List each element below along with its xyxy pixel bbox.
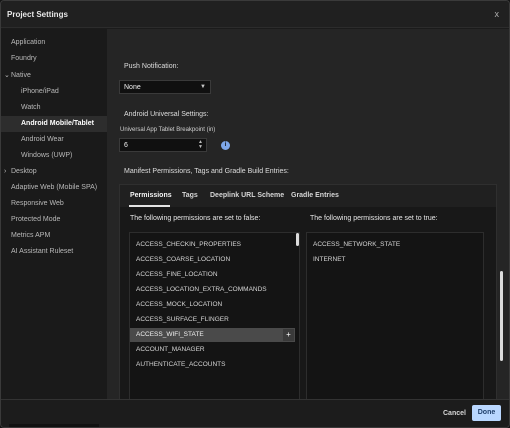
list-item[interactable]: ACCESS_NETWORK_STATE: [307, 238, 481, 252]
manifest-tabbar: Permissions Tags Deeplink URL Scheme Gra…: [120, 185, 496, 207]
list-item[interactable]: ACCOUNT_MANAGER: [130, 343, 295, 357]
sidebar-item[interactable]: Watch: [1, 100, 107, 116]
cancel-button[interactable]: Cancel: [443, 410, 466, 417]
settings-content: Push Notification: None ▼ Android Univer…: [107, 29, 509, 407]
sidebar-item[interactable]: Protected Mode: [1, 212, 107, 228]
list-item-selected[interactable]: ACCESS_WIFI_STATE +: [130, 328, 295, 342]
sidebar-item[interactable]: Android Mobile/Tablet: [1, 116, 107, 132]
chevron-down-icon: ⌄: [4, 72, 10, 79]
add-permission-button[interactable]: +: [283, 329, 294, 341]
tab-permissions[interactable]: Permissions: [130, 192, 172, 199]
chevron-right-icon: ›: [4, 168, 7, 175]
chevron-down-icon: ▼: [200, 84, 206, 90]
tab-gradle-entries[interactable]: Gradle Entries: [291, 192, 339, 199]
list-item[interactable]: ACCESS_CHECKIN_PROPERTIES: [130, 238, 295, 252]
true-permissions-list[interactable]: ACCESS_NETWORK_STATE INTERNET: [306, 232, 484, 406]
sidebar-item-label: Watch: [21, 104, 41, 111]
sidebar-item-label: Native: [11, 72, 31, 79]
sidebar-item-label: Desktop: [11, 168, 37, 175]
window-title: Project Settings: [7, 10, 68, 19]
false-permissions-list[interactable]: ACCESS_CHECKIN_PROPERTIES ACCESS_COARSE_…: [129, 232, 300, 406]
tablet-breakpoint-value: 6: [124, 142, 128, 149]
info-icon[interactable]: i: [221, 141, 230, 150]
sidebar-item[interactable]: Foundry: [1, 51, 107, 67]
false-list-scrollbar[interactable]: [296, 233, 299, 246]
list-item[interactable]: ACCESS_COARSE_LOCATION: [130, 253, 295, 267]
sidebar-item-label: Android Wear: [21, 136, 64, 143]
sidebar-item[interactable]: Android Wear: [1, 132, 107, 148]
sidebar-item-label: Adaptive Web (Mobile SPA): [11, 184, 98, 191]
number-stepper[interactable]: ▲ ▼: [198, 140, 203, 150]
sidebar-item-label: Foundry: [11, 55, 37, 62]
project-settings-window: Project Settings x Application Foundry ⌄ Na…: [0, 0, 510, 428]
sidebar-item-label: Application: [11, 39, 46, 46]
sidebar-item[interactable]: ⌄ Native: [1, 68, 107, 84]
tablet-breakpoint-input[interactable]: 6 ▲ ▼: [119, 138, 207, 152]
close-icon[interactable]: x: [495, 9, 500, 19]
list-item[interactable]: ACCESS_LOCATION_EXTRA_COMMANDS: [130, 283, 295, 297]
sidebar-item-label: Protected Mode: [11, 216, 61, 223]
list-item[interactable]: AUTHENTICATE_ACCOUNTS: [130, 358, 295, 372]
settings-sidebar: Application Foundry ⌄ Native iPhone/iPad Watc…: [1, 29, 107, 399]
footer-divider: [9, 424, 99, 427]
sidebar-item[interactable]: Windows (UWP): [1, 148, 107, 164]
android-universal-label: Android Universal Settings:: [124, 111, 209, 118]
list-item[interactable]: INTERNET: [307, 253, 481, 267]
true-permissions-heading: The following permissions are set to tru…: [310, 215, 438, 222]
sidebar-item[interactable]: Application: [1, 35, 107, 51]
sidebar-item-label: iPhone/iPad: [21, 88, 59, 95]
list-item[interactable]: ACCESS_MOCK_LOCATION: [130, 298, 295, 312]
list-item[interactable]: ACCESS_FINE_LOCATION: [130, 268, 295, 282]
tab-tags[interactable]: Tags: [182, 192, 198, 199]
sidebar-item[interactable]: iPhone/iPad: [1, 84, 107, 100]
manifest-tabs-panel: Permissions Tags Deeplink URL Scheme Gra…: [119, 184, 497, 407]
false-permissions-heading: The following permissions are set to fal…: [130, 215, 261, 222]
sidebar-item[interactable]: Adaptive Web (Mobile SPA): [1, 180, 107, 196]
sidebar-item[interactable]: › Desktop: [1, 164, 107, 180]
push-notification-dropdown[interactable]: None ▼: [119, 80, 211, 94]
list-item[interactable]: ACCESS_SURFACE_FLINGER: [130, 313, 295, 327]
push-notification-value: None: [124, 84, 141, 91]
content-scrollbar[interactable]: [500, 271, 503, 361]
sidebar-item-label: Windows (UWP): [21, 152, 73, 159]
sidebar-item[interactable]: AI Assistant Ruleset: [1, 244, 107, 260]
done-button[interactable]: Done: [472, 405, 501, 421]
tablet-breakpoint-label: Universal App Tablet Breakpoint (in): [120, 127, 216, 133]
manifest-label: Manifest Permissions, Tags and Gradle Bu…: [124, 168, 289, 175]
push-notification-label: Push Notification:: [124, 63, 179, 70]
stepper-down-icon[interactable]: ▼: [198, 144, 203, 150]
sidebar-item-label: Metrics APM: [11, 232, 51, 239]
sidebar-item[interactable]: Responsive Web: [1, 196, 107, 212]
sidebar-item-label: Android Mobile/Tablet: [21, 120, 94, 127]
sidebar-item-label: AI Assistant Ruleset: [11, 248, 74, 255]
sidebar-item-label: Responsive Web: [11, 200, 64, 207]
titlebar: Project Settings x: [1, 1, 509, 28]
tab-deeplink-url-scheme[interactable]: Deeplink URL Scheme: [210, 192, 284, 199]
sidebar-item[interactable]: Metrics APM: [1, 228, 107, 244]
active-tab-indicator: [129, 205, 170, 207]
